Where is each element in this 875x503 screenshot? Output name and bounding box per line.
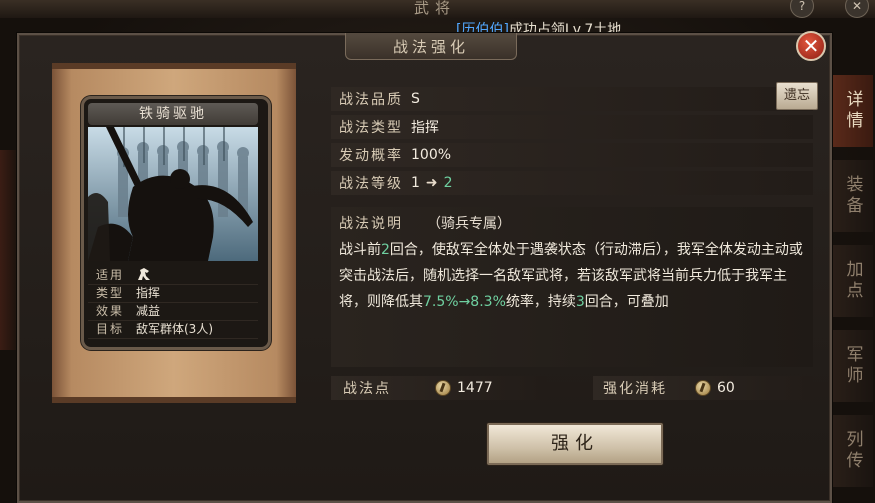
arrow-right-icon: ➜ [425,175,438,191]
quality-label: 战法品质 [339,92,403,108]
info-value: 减益 [136,304,161,318]
type-value: 指挥 [411,120,439,136]
tactic-points-value: 1477 [457,380,493,396]
dialog-title: 战法强化 [392,38,469,56]
cavalry-charge-illustration [88,127,258,261]
tactic-point-icon [695,380,711,396]
type-label: 战法类型 [339,120,403,136]
quality-row: 战法品质 S [331,87,813,111]
tab-details[interactable]: 详情 [832,75,873,147]
tab-equipment[interactable]: 装备 [832,160,873,232]
info-row-type: 类型 指挥 [88,285,258,303]
tab-add-points[interactable]: 加点 [832,245,873,317]
description-text: 战斗前2回合，使敌军全体处于遇袭状态（行动滞后），我军全体发动主动或突击战法后，… [339,237,809,315]
description-highlight: 2 [381,242,390,258]
dialog-title-plate: 战法强化 [345,33,517,60]
close-button[interactable]: ✕ [796,31,826,61]
level-row: 战法等级 1 ➜ 2 [331,171,813,195]
tactic-card[interactable]: 铁骑驱驰 适用 类型 指挥 效果 减益 目标 敌军群体(3人) [81,96,271,350]
screen-title: 武将 [413,0,456,17]
description-segment: 战斗前 [339,242,381,258]
rate-label: 发动概率 [339,148,403,164]
info-value: 敌军群体(3人) [136,322,213,336]
tactic-card-name: 铁骑驱驰 [88,103,258,125]
info-row-target: 目标 敌军群体(3人) [88,321,258,339]
left-edge-panel [0,150,18,350]
description-subtitle: （骑兵专属） [427,216,511,232]
info-row-applicable: 适用 [88,267,258,285]
tactic-card-art [88,127,258,261]
info-label: 效果 [95,304,124,318]
description-box: 战法说明 （骑兵专属） 战斗前2回合，使敌军全体处于遇袭状态（行动滞后），我军全… [331,207,813,367]
tactic-points-label: 战法点 [343,381,391,397]
info-value: 指挥 [136,286,161,300]
description-segment: 回合，可叠加 [584,294,669,310]
close-icon: ✕ [802,34,820,58]
rate-row: 发动概率 100% [331,143,813,167]
tactic-point-icon [435,380,451,396]
description-label: 战法说明 [339,216,403,232]
tactic-points-row: 战法点 1477 [331,376,547,400]
upgrade-button[interactable]: 强化 [487,423,663,465]
scroll-panel: 铁骑驱驰 适用 类型 指挥 效果 减益 目标 敌军群体(3人) [52,63,296,403]
cavalry-horse-icon [136,267,152,286]
forget-button[interactable]: 遗忘 [776,82,818,110]
description-segment: 统率，持续 [505,294,576,310]
info-row-effect: 效果 减益 [88,303,258,321]
info-label: 目标 [95,322,124,336]
description-highlight: 7.5%→8.3% [423,294,506,310]
info-label: 类型 [95,286,124,300]
quality-value: S [411,91,420,107]
info-value [132,267,258,284]
level-from: 1 [411,175,420,191]
tab-biography[interactable]: 列传 [832,415,873,487]
level-value: 1 ➜ 2 [411,175,453,191]
type-row: 战法类型 指挥 [331,115,813,139]
tactic-upgrade-dialog: 战法强化 ✕ 铁骑驱驰 适用 类型 指挥 效果 减益 目标 敌军群体(3人) 战… [17,31,832,503]
rate-value: 100% [411,147,452,163]
upgrade-cost-row: 强化消耗 60 [593,376,813,400]
level-label: 战法等级 [339,176,403,192]
description-highlight: 3 [575,294,585,310]
tactic-card-info: 适用 类型 指挥 效果 减益 目标 敌军群体(3人) [88,267,258,339]
upgrade-cost-label: 强化消耗 [603,381,667,397]
game-screen: 武将 ? ✕ [历伯伯]成功占领Lv.7土地 详情 装备 加点 军师 列传 战法… [0,0,875,503]
upgrade-cost-value: 60 [717,380,735,396]
tab-advisor[interactable]: 军师 [832,330,873,402]
info-label: 适用 [95,268,124,282]
level-to: 2 [443,175,453,191]
